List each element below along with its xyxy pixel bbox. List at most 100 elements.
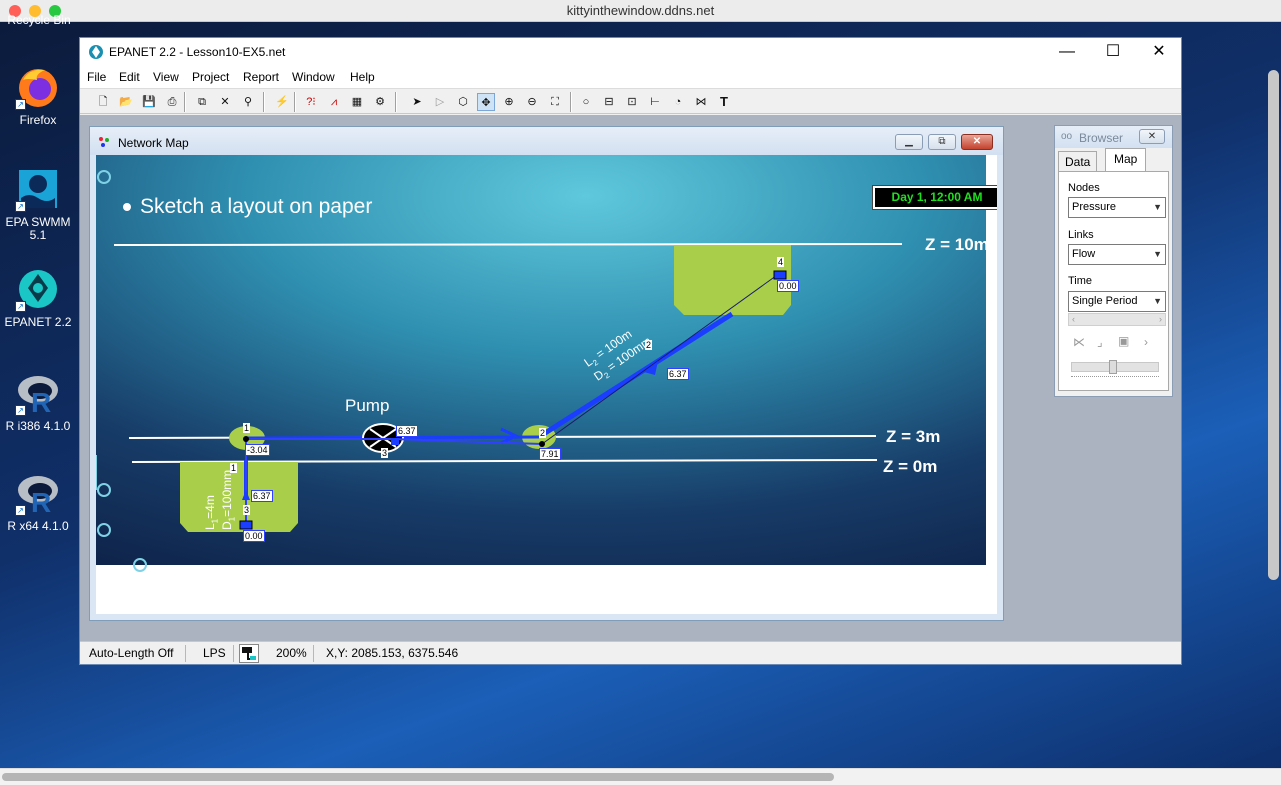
map-canvas[interactable]: Sketch a layout on paper Z = 10m Z = 3m … <box>96 155 997 614</box>
toolbar-separator <box>294 92 296 112</box>
pan-icon[interactable]: ✥ <box>477 93 495 111</box>
maximize-window-button[interactable]: ☐ <box>1090 38 1136 66</box>
menu-project[interactable]: Project <box>192 70 229 84</box>
links-select-value: Flow <box>1072 248 1096 260</box>
add-label-icon[interactable]: T <box>715 93 733 111</box>
animation-speed-slider[interactable] <box>1071 360 1159 382</box>
tab-map[interactable]: Map <box>1105 148 1147 171</box>
node-id-label: 1 <box>243 423 251 433</box>
map-minimize-button[interactable]: ▁ <box>895 134 923 150</box>
add-junction-icon[interactable]: ○ <box>577 93 595 111</box>
recycle-bin-label: Recycle Bin <box>7 14 71 27</box>
add-reservoir-icon[interactable]: ⊟ <box>600 93 618 111</box>
copy-icon[interactable]: ⧉ <box>193 93 211 111</box>
links-select[interactable]: Flow ▼ <box>1068 244 1166 265</box>
map-close-button[interactable]: ✕ <box>961 134 993 150</box>
pipe1-length-value: =4m <box>203 495 217 519</box>
time-select[interactable]: Single Period ▼ <box>1068 291 1166 312</box>
toolbar-separator <box>184 92 186 112</box>
desktop-icon-epanet[interactable]: ↗ EPANET 2.2 <box>1 266 75 329</box>
select-vertex-icon[interactable]: ▷ <box>431 93 449 111</box>
pipe1-annotation: L1=4m D1=100mm <box>203 470 239 530</box>
find-icon[interactable]: ⚲ <box>239 93 257 111</box>
pipe1-length-sub: 1 <box>210 518 220 524</box>
epanet-app-icon <box>88 44 104 63</box>
select-arrow-icon[interactable]: ➤ <box>408 93 426 111</box>
menu-help[interactable]: Help <box>350 70 375 84</box>
time-scrollbar[interactable]: ‹ › <box>1068 313 1166 326</box>
toolbar: 🗋 📂 💾 ⎙ ⧉ ✕ ⚲ ⚡ ?⁝ ⩘ ▦ ⚙ ➤ ▷ ⬡ ✥ ⊕ ⊖ ⛶ ○… <box>80 88 1181 114</box>
slider-thumb[interactable] <box>1109 360 1117 374</box>
run-icon[interactable]: ⚡ <box>273 93 291 111</box>
select-region-icon[interactable]: ⬡ <box>454 93 472 111</box>
add-valve-icon[interactable]: ⋈ <box>692 93 710 111</box>
query-icon[interactable]: ?⁝ <box>302 93 320 111</box>
map-restore-button[interactable]: ⧉ <box>928 134 956 150</box>
desktop-icon-r-i386[interactable]: R ↗ R i386 4.1.0 <box>1 370 75 433</box>
epanet-label: EPANET 2.2 <box>4 315 72 329</box>
menu-bar: File Edit View Project Report Window Hel… <box>80 66 1181 88</box>
desktop-icon-swmm[interactable]: ↗ EPA SWMM 5.1 <box>1 166 75 242</box>
level-label-3m: Z = 3m <box>886 427 941 446</box>
level-label-0m: Z = 0m <box>883 457 938 476</box>
nodes-select[interactable]: Pressure ▼ <box>1068 197 1166 218</box>
menu-edit[interactable]: Edit <box>119 70 140 84</box>
r-i386-label: R i386 4.1.0 <box>5 419 71 433</box>
graph-icon[interactable]: ⩘ <box>325 93 343 111</box>
desktop-recycle-bin[interactable]: Recycle Bin <box>2 14 76 30</box>
scroll-right-icon[interactable]: › <box>1159 314 1162 325</box>
network-map-titlebar: Network Map ▁ ⧉ ✕ <box>90 127 1003 155</box>
new-file-icon[interactable]: 🗋 <box>94 93 112 111</box>
slide-bullet-text: Sketch a layout on paper <box>140 195 373 218</box>
menu-report[interactable]: Report <box>243 70 279 84</box>
print-icon[interactable]: ⎙ <box>163 93 181 111</box>
map-tab-body: Nodes Pressure ▼ Links Flow ▼ Time Singl… <box>1058 171 1169 391</box>
viewer-vertical-scrollbar[interactable] <box>1268 70 1279 580</box>
zoom-in-icon[interactable]: ⊕ <box>500 93 518 111</box>
stop-icon[interactable]: ▣ <box>1118 334 1129 348</box>
add-pipe-icon[interactable]: ⊢ <box>646 93 664 111</box>
delete-icon[interactable]: ✕ <box>216 93 234 111</box>
desktop-icon-firefox[interactable]: ↗ Firefox <box>1 64 75 127</box>
browser-panel: oo Browser ✕ Data Map Nodes Pressure ▼ L… <box>1054 125 1173 397</box>
browser-close-button[interactable]: ✕ <box>1139 129 1165 144</box>
pump-node[interactable] <box>391 438 399 445</box>
browser-titlebar: oo Browser ✕ <box>1055 126 1172 148</box>
tank-node-4[interactable] <box>773 270 787 280</box>
auto-length-status[interactable]: Auto-Length Off <box>80 645 186 662</box>
scroll-left-icon[interactable]: ‹ <box>1072 314 1075 325</box>
node-id-label: 4 <box>777 257 785 267</box>
add-pump-icon[interactable]: ◔ <box>669 93 687 111</box>
close-window-button[interactable]: ✕ <box>1136 38 1182 66</box>
node4-pressure-value: 0.00 <box>777 280 799 292</box>
viewer-horizontal-scrollbar[interactable] <box>0 768 1281 785</box>
nodes-select-value: Pressure <box>1072 201 1117 213</box>
options-icon[interactable]: ⚙ <box>371 93 389 111</box>
time-label: Time <box>1068 275 1093 287</box>
pump-flow-value: 6.37 <box>396 425 418 437</box>
junction-node-1[interactable] <box>243 436 249 442</box>
full-extent-icon[interactable]: ⛶ <box>546 93 564 111</box>
desktop-icon-r-x64[interactable]: R ↗ R x64 4.1.0 <box>1 470 75 533</box>
zoom-out-icon[interactable]: ⊖ <box>523 93 541 111</box>
back-icon[interactable]: ⌟ <box>1097 335 1103 349</box>
menu-file[interactable]: File <box>87 70 106 84</box>
add-tank-icon[interactable]: ⊡ <box>623 93 641 111</box>
table-icon[interactable]: ▦ <box>348 93 366 111</box>
save-icon[interactable]: 💾 <box>140 93 158 111</box>
node-id-label: 3 <box>243 505 251 515</box>
pipe2-id-label: 2 <box>645 340 653 350</box>
reservoir-node-3[interactable] <box>239 520 253 530</box>
menu-window[interactable]: Window <box>292 70 335 84</box>
rewind-icon[interactable]: ⋉ <box>1073 335 1085 349</box>
menu-view[interactable]: View <box>153 70 179 84</box>
pump-id-label: 3 <box>381 448 389 458</box>
minimize-window-button[interactable]: — <box>1044 38 1090 66</box>
open-folder-icon[interactable]: 📂 <box>117 93 135 111</box>
firefox-icon: ↗ <box>15 64 61 110</box>
junction-node-2[interactable] <box>539 441 545 447</box>
tab-data[interactable]: Data <box>1058 151 1098 171</box>
horizontal-scroll-thumb[interactable] <box>2 773 834 781</box>
mdi-workspace: Network Map ▁ ⧉ ✕ Sketch a layout on pap… <box>80 115 1181 664</box>
forward-icon[interactable]: › <box>1144 335 1148 349</box>
